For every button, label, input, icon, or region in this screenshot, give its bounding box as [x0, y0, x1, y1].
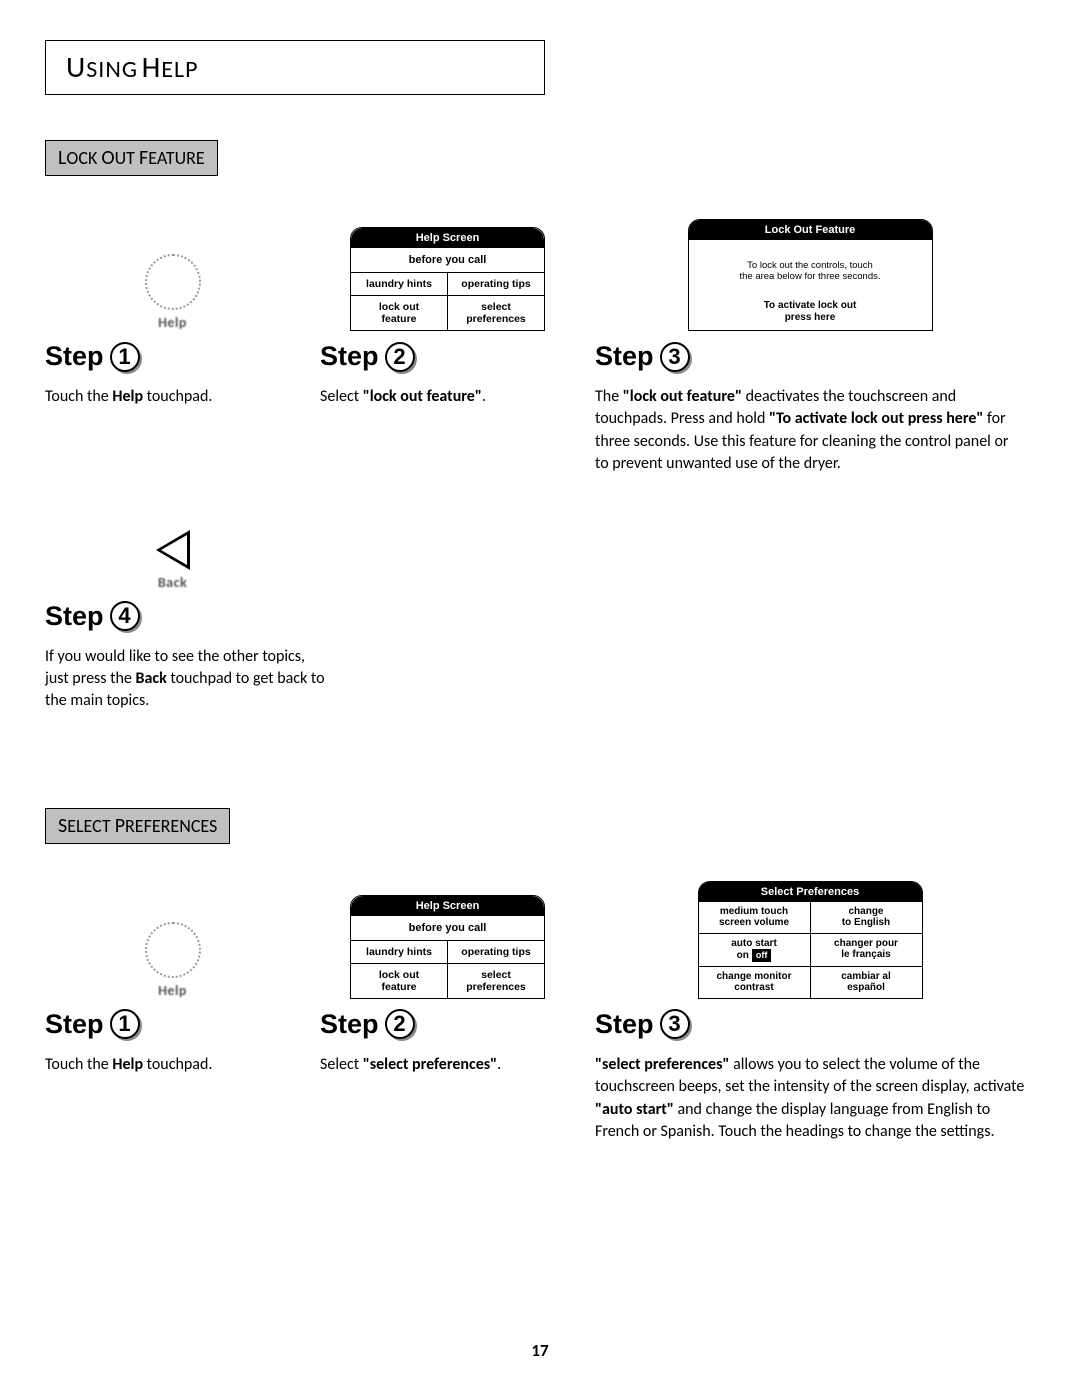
select-preferences-cell: select preferences [448, 964, 544, 998]
help-screen-widget: Help Screen before you call laundry hint… [350, 895, 545, 999]
page-title: USING HELP [45, 40, 545, 95]
step2-text: Select "lock out feature". [320, 386, 575, 408]
operating-tips-cell: operating tips [448, 941, 544, 963]
section1-row1: Help Step 1 Touch the Help touchpad. Hel… [45, 196, 1025, 476]
select-preferences-cell: select preferences [448, 296, 544, 330]
section1-row2: Back Step 4 If you would like to see the… [45, 496, 1025, 713]
step-number-3: 3 [660, 342, 690, 372]
help-icon-label: Help [158, 982, 187, 999]
step-number-2: 2 [385, 342, 415, 372]
dotted-circle-icon [145, 922, 201, 978]
laundry-hints-cell: laundry hints [351, 941, 448, 963]
help-touchpad-icon: Help [145, 254, 201, 331]
step4-heading: Step 4 [45, 601, 300, 632]
page-number: 17 [0, 1340, 1080, 1361]
title-h: H [142, 49, 162, 86]
before-you-call: before you call [351, 248, 544, 273]
step-number-4: 4 [110, 601, 140, 631]
help-screen-header: Help Screen [351, 228, 544, 248]
step1-heading: Step 1 [45, 341, 300, 372]
step2-heading: Step 2 [320, 341, 575, 372]
lock-out-feature-cell: lock out feature [351, 296, 448, 330]
pref-header: Select Preferences [699, 882, 922, 902]
touch-volume-cell: medium touch screen volume [699, 902, 811, 933]
section-label-lockout: LOCK OUT FEATURE [45, 140, 218, 176]
francais-cell: changer pour le français [811, 934, 922, 966]
preferences-screen-widget: Select Preferences medium touch screen v… [698, 881, 923, 999]
auto-start-cell: auto start on off [699, 934, 811, 966]
espanol-cell: cambiar al español [811, 967, 922, 998]
lock-out-feature-cell: lock out feature [351, 964, 448, 998]
help-icon-label: Help [158, 314, 187, 331]
step2b-heading: Step 2 [320, 1009, 575, 1040]
step3b-heading: Step 3 [595, 1009, 1025, 1040]
title-u: U [66, 49, 86, 86]
back-icon-label: Back [158, 574, 187, 591]
title-elp: ELP [161, 55, 198, 84]
back-arrow-icon [156, 530, 190, 570]
title-sing: SING [86, 55, 138, 84]
off-indicator: off [752, 949, 772, 961]
step-number-3: 3 [660, 1009, 690, 1039]
step3b-text: "select preferences" allows you to selec… [595, 1054, 1025, 1144]
step1b-text: Touch the Help touchpad. [45, 1054, 300, 1076]
step3-text: The "lock out feature" deactivates the t… [595, 386, 1025, 476]
section2-row1: Help Step 1 Touch the Help touchpad. Hel… [45, 864, 1025, 1144]
dotted-circle-icon [145, 254, 201, 310]
step-number-2: 2 [385, 1009, 415, 1039]
help-touchpad-icon: Help [145, 922, 201, 999]
lockout-header: Lock Out Feature [689, 220, 932, 240]
operating-tips-cell: operating tips [448, 273, 544, 295]
step-number-1: 1 [110, 1009, 140, 1039]
help-screen-header: Help Screen [351, 896, 544, 916]
step2b-text: Select "select preferences". [320, 1054, 575, 1076]
before-you-call: before you call [351, 916, 544, 941]
step1-text: Touch the Help touchpad. [45, 386, 300, 408]
step-number-1: 1 [110, 342, 140, 372]
back-touchpad-icon: Back [156, 530, 190, 591]
lockout-instructions: To lock out the controls, touch the area… [689, 240, 932, 296]
laundry-hints-cell: laundry hints [351, 273, 448, 295]
help-screen-widget: Help Screen before you call laundry hint… [350, 227, 545, 331]
section-label-preferences: SELECT PREFERENCES [45, 808, 230, 844]
activate-lockout: To activate lock out press here [689, 296, 932, 328]
contrast-cell: change monitor contrast [699, 967, 811, 998]
english-cell: change to English [811, 902, 922, 933]
lockout-screen-widget: Lock Out Feature To lock out the control… [688, 219, 933, 331]
step4-text: If you would like to see the other topic… [45, 646, 330, 713]
step3-heading: Step 3 [595, 341, 1025, 372]
step1b-heading: Step 1 [45, 1009, 300, 1040]
